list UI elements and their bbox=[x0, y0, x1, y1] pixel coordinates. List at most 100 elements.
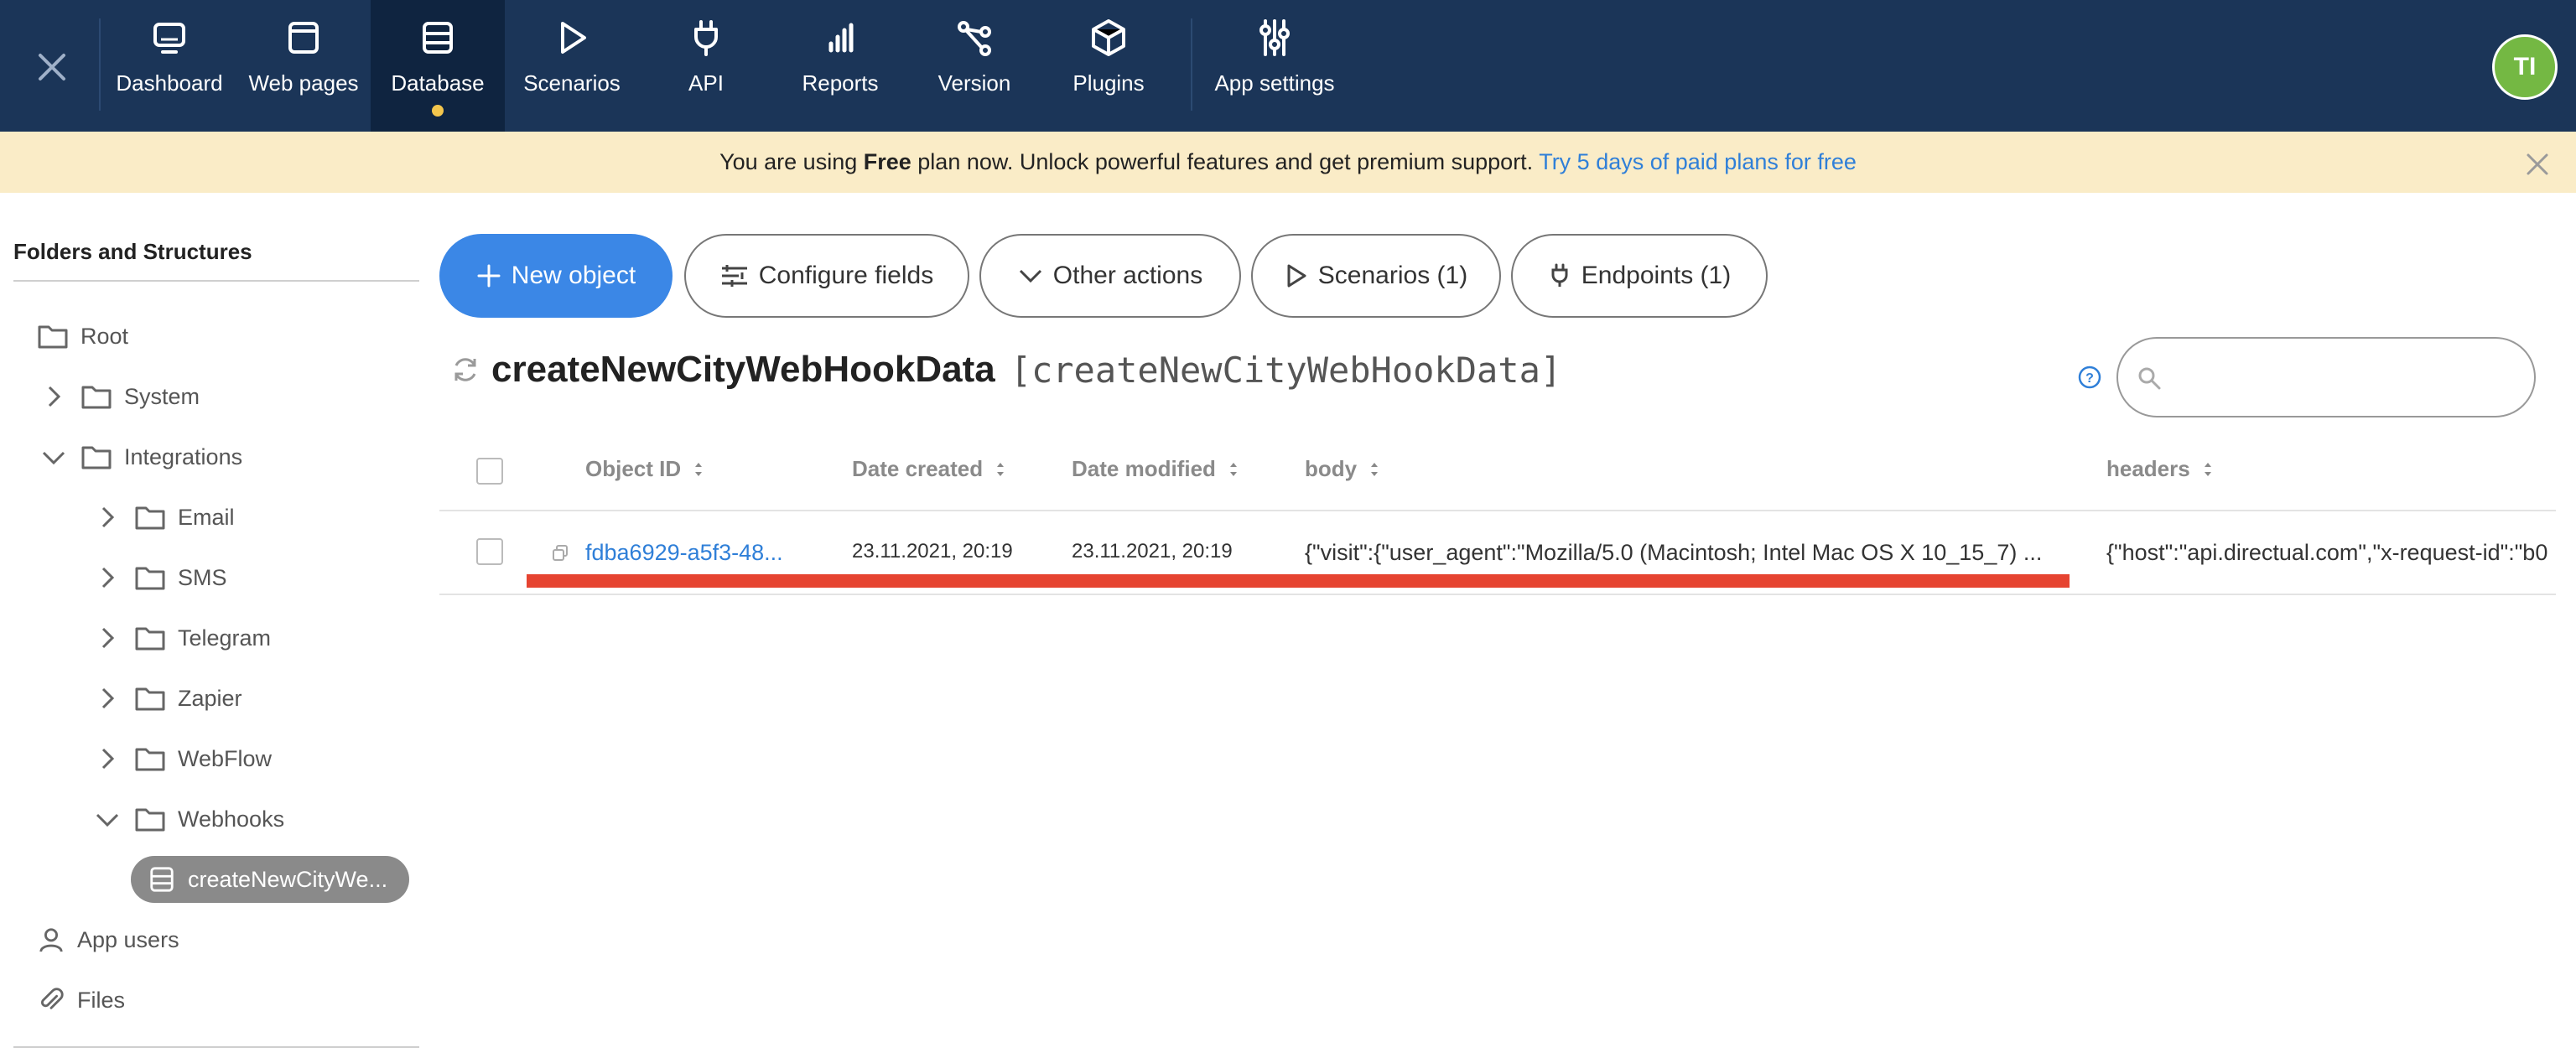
folder-icon bbox=[135, 506, 165, 530]
tree-item-zapier[interactable]: Zapier bbox=[96, 675, 242, 722]
folder-icon bbox=[135, 627, 165, 651]
tree-label: Telegram bbox=[178, 625, 272, 651]
folder-icon bbox=[135, 567, 165, 590]
tree-label: WebFlow bbox=[178, 745, 273, 771]
column-header-date-modified[interactable]: Date modified bbox=[1072, 456, 1239, 482]
tree-label: Files bbox=[77, 987, 126, 1013]
top-nav-bar: Dashboard Web pages Database Scenarios A… bbox=[0, 0, 2576, 132]
column-header-headers[interactable]: headers bbox=[2106, 456, 2214, 482]
svg-text:?: ? bbox=[2085, 371, 2094, 386]
refresh-icon[interactable] bbox=[451, 355, 480, 384]
chevron-down-icon[interactable] bbox=[42, 445, 65, 469]
tree-item-email[interactable]: Email bbox=[96, 494, 235, 541]
nav-label: Web pages bbox=[248, 70, 359, 96]
plan-banner: You are using Free plan now. Unlock powe… bbox=[0, 132, 2576, 193]
chevron-right-icon[interactable] bbox=[96, 747, 119, 770]
column-label: headers bbox=[2106, 456, 2190, 481]
sort-icon bbox=[2204, 462, 2211, 476]
nav-label: Dashboard bbox=[116, 70, 223, 96]
structure-sysname: [createNewCityWebHookData] bbox=[1010, 349, 1562, 391]
nav-item-reports[interactable]: Reports bbox=[773, 0, 907, 132]
database-icon bbox=[150, 867, 174, 892]
nav-label: Plugins bbox=[1072, 70, 1145, 96]
endpoints-button[interactable]: Endpoints (1) bbox=[1511, 234, 1768, 318]
banner-suffix: plan now. Unlock powerful features and g… bbox=[911, 149, 1540, 174]
nav-item-web-pages[interactable]: Web pages bbox=[236, 0, 371, 132]
nav-item-api[interactable]: API bbox=[639, 0, 773, 132]
table-header-divider bbox=[439, 510, 2556, 511]
nav-label: Version bbox=[937, 70, 1011, 96]
chevron-right-icon[interactable] bbox=[96, 566, 119, 589]
tree-item-root[interactable]: Root bbox=[37, 313, 128, 360]
nav-item-version[interactable]: Version bbox=[907, 0, 1041, 132]
folder-icon bbox=[81, 446, 112, 469]
tree-item-integrations[interactable]: Integrations bbox=[42, 433, 242, 480]
nav-item-database[interactable]: Database bbox=[371, 0, 505, 132]
divider bbox=[13, 280, 419, 282]
new-object-button[interactable]: New object bbox=[439, 234, 673, 318]
tree-item-files[interactable]: Files bbox=[37, 977, 125, 1024]
tree-item-create-new-city-webhook-data[interactable]: createNewCityWe... bbox=[131, 856, 409, 903]
play-icon bbox=[561, 22, 586, 54]
tree-item-telegram[interactable]: Telegram bbox=[96, 614, 271, 661]
configure-fields-button[interactable]: Configure fields bbox=[684, 234, 969, 318]
other-actions-button[interactable]: Other actions bbox=[979, 234, 1241, 318]
sidebar-title: Folders and Structures bbox=[13, 239, 252, 264]
tree-label: Root bbox=[80, 323, 129, 349]
nav-label: Scenarios bbox=[523, 70, 621, 96]
user-avatar[interactable]: TI bbox=[2492, 34, 2558, 100]
chevron-right-icon[interactable] bbox=[96, 506, 119, 529]
tree-item-app-users[interactable]: App users bbox=[37, 916, 179, 963]
tree-item-webflow[interactable]: WebFlow bbox=[96, 735, 272, 782]
paperclip-icon bbox=[41, 988, 64, 1009]
tree-item-webhooks[interactable]: Webhooks bbox=[96, 796, 284, 843]
database-icon bbox=[423, 22, 453, 54]
tree-label: Webhooks bbox=[178, 806, 285, 832]
tree-item-system[interactable]: System bbox=[42, 373, 200, 420]
button-label: Endpoints (1) bbox=[1581, 262, 1732, 289]
trial-link[interactable]: Try 5 days of paid plans for free bbox=[1539, 149, 1857, 174]
row-checkbox[interactable] bbox=[476, 538, 503, 565]
button-label: New object bbox=[511, 262, 636, 289]
chevron-down-icon[interactable] bbox=[96, 807, 119, 831]
nav-item-app-settings[interactable]: App settings bbox=[1199, 0, 1350, 132]
column-label: Date created bbox=[852, 456, 984, 481]
scenarios-button[interactable]: Scenarios (1) bbox=[1251, 234, 1501, 318]
select-all-checkbox[interactable] bbox=[476, 458, 503, 485]
nav-item-plugins[interactable]: Plugins bbox=[1041, 0, 1176, 132]
tree-item-sms[interactable]: SMS bbox=[96, 554, 227, 601]
column-header-date-created[interactable]: Date created bbox=[852, 456, 1006, 482]
column-header-object-id[interactable]: Object ID bbox=[585, 456, 704, 482]
chevron-right-icon[interactable] bbox=[96, 687, 119, 710]
copy-link-icon[interactable] bbox=[550, 543, 570, 563]
chevron-right-icon[interactable] bbox=[42, 385, 65, 408]
divider bbox=[13, 1046, 419, 1048]
nav-item-scenarios[interactable]: Scenarios bbox=[505, 0, 639, 132]
plug-icon bbox=[694, 20, 718, 56]
help-icon[interactable]: ? bbox=[2078, 366, 2101, 389]
plus-icon bbox=[477, 264, 501, 288]
chevron-right-icon[interactable] bbox=[96, 626, 119, 650]
folder-icon bbox=[135, 808, 165, 832]
monitor-icon bbox=[153, 23, 185, 54]
column-header-body[interactable]: body bbox=[1305, 456, 1380, 482]
date-modified-cell: 23.11.2021, 20:19 bbox=[1072, 540, 1233, 563]
structure-name: createNewCityWebHookData bbox=[491, 349, 995, 390]
bar-chart-icon bbox=[828, 23, 854, 53]
banner-prefix: You are using bbox=[719, 149, 864, 174]
button-label: Configure fields bbox=[758, 262, 934, 289]
close-icon[interactable] bbox=[32, 47, 72, 87]
nav-label: Reports bbox=[802, 70, 879, 96]
column-label: body bbox=[1305, 456, 1358, 481]
nav-item-dashboard[interactable]: Dashboard bbox=[102, 0, 236, 132]
tree-label: Integrations bbox=[124, 443, 243, 469]
object-id-link[interactable]: fdba6929-a5f3-48... bbox=[585, 540, 798, 566]
plug-icon bbox=[1551, 263, 1568, 287]
chevron-down-icon bbox=[1019, 269, 1041, 283]
folder-icon bbox=[135, 687, 165, 711]
button-label: Scenarios (1) bbox=[1317, 262, 1468, 289]
nav-divider bbox=[99, 18, 101, 111]
date-created-cell: 23.11.2021, 20:19 bbox=[852, 540, 1013, 563]
close-banner-icon[interactable] bbox=[2525, 152, 2550, 177]
search-input[interactable] bbox=[2116, 337, 2536, 417]
